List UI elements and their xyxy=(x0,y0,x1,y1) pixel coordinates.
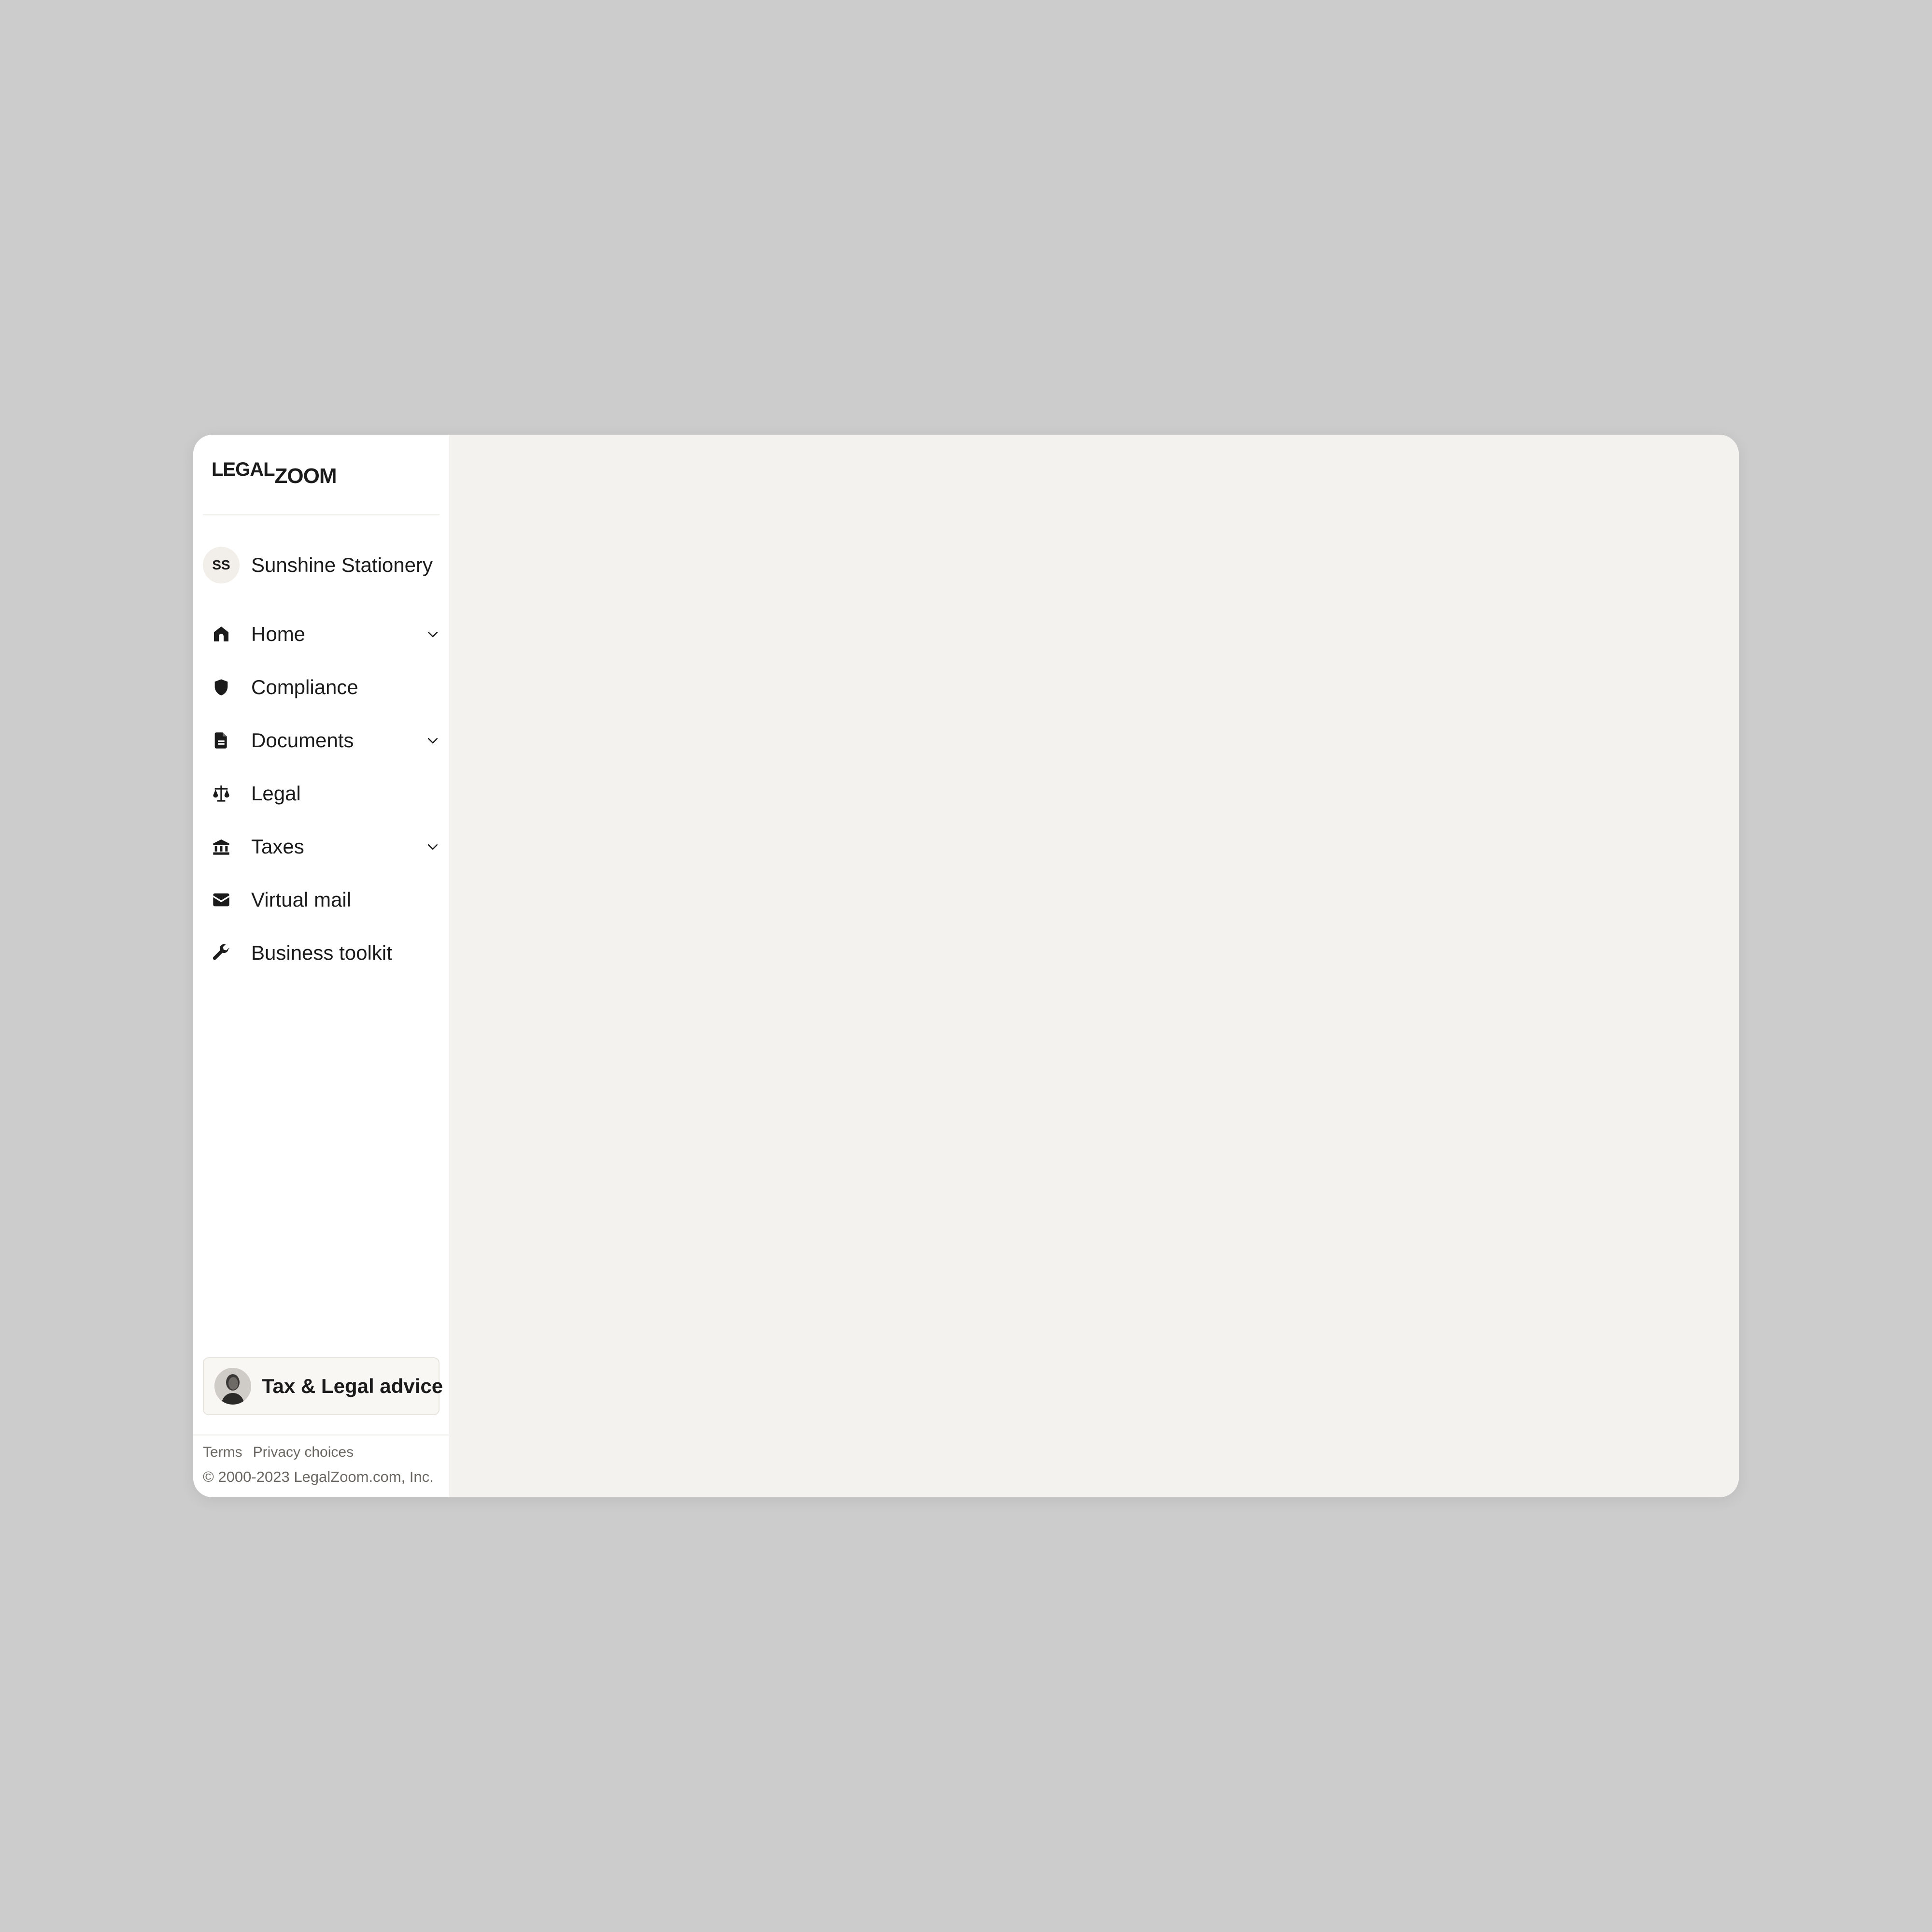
business-switcher[interactable]: SS Sunshine Stationery xyxy=(203,546,444,584)
document-icon xyxy=(203,722,240,759)
advice-label: Tax & Legal advice xyxy=(262,1375,443,1397)
sidebar-item-label: Taxes xyxy=(251,835,304,858)
logo-text-zoom: ZOOM xyxy=(274,464,337,488)
terms-link[interactable]: Terms xyxy=(203,1444,242,1461)
tax-legal-advice-button[interactable]: Tax & Legal advice xyxy=(203,1357,443,1415)
privacy-choices-link[interactable]: Privacy choices xyxy=(253,1444,354,1461)
chevron-down-icon[interactable] xyxy=(424,838,441,855)
sidebar-item-label: Documents xyxy=(251,729,354,752)
logo-text-legal: LEGAL xyxy=(212,459,275,480)
wrench-icon xyxy=(203,935,240,971)
advisor-avatar xyxy=(214,1368,251,1405)
sidebar-item-legal[interactable]: Legal xyxy=(203,770,444,817)
footer-links: Terms Privacy choices xyxy=(203,1444,354,1461)
sidebar-item-virtual-mail[interactable]: Virtual mail xyxy=(203,877,444,923)
sidebar-item-documents[interactable]: Documents xyxy=(203,717,444,764)
sidebar-item-label: Business toolkit xyxy=(251,941,392,964)
sidebar-item-compliance[interactable]: Compliance xyxy=(203,664,444,710)
logo-divider xyxy=(203,514,440,515)
main-content xyxy=(449,435,1739,1497)
shield-icon xyxy=(203,669,240,706)
bank-icon xyxy=(203,828,240,865)
home-icon xyxy=(203,616,240,653)
sidebar-item-label: Virtual mail xyxy=(251,888,351,911)
business-name: Sunshine Stationery xyxy=(251,554,433,576)
sidebar: LEGAL ZOOM SS Sunshine Stationery Home C… xyxy=(193,435,449,1497)
envelope-icon xyxy=(203,881,240,918)
sidebar-item-label: Compliance xyxy=(251,676,358,698)
app-window: LEGAL ZOOM SS Sunshine Stationery Home C… xyxy=(193,435,1739,1497)
sidebar-item-label: Legal xyxy=(251,782,301,805)
sidebar-item-home[interactable]: Home xyxy=(203,611,444,657)
chevron-down-icon[interactable] xyxy=(424,625,441,643)
sidebar-item-taxes[interactable]: Taxes xyxy=(203,824,444,870)
copyright: © 2000-2023 LegalZoom.com, Inc. xyxy=(203,1468,434,1485)
sidebar-item-business-toolkit[interactable]: Business toolkit xyxy=(203,930,444,976)
scale-icon xyxy=(203,775,240,812)
sidebar-item-label: Home xyxy=(251,623,306,645)
legalzoom-logo[interactable]: LEGAL ZOOM xyxy=(212,460,337,487)
business-avatar: SS xyxy=(203,547,240,583)
chevron-down-icon[interactable] xyxy=(424,732,441,749)
